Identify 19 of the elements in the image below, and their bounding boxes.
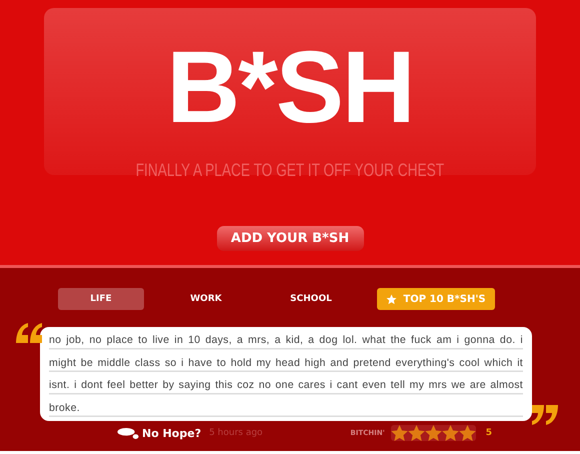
quote-icon <box>14 321 44 345</box>
speech-bubble-icon <box>116 428 140 438</box>
star-rating[interactable] <box>390 425 476 441</box>
tagline: FINALLY A PLACE TO GET IT OFF YOUR CHEST <box>136 160 444 181</box>
star-icon <box>386 294 398 304</box>
quote-icon <box>530 403 560 427</box>
add-button[interactable]: ADD YOUR B*SH <box>216 226 364 251</box>
star-icon[interactable] <box>408 425 425 441</box>
nav-tab[interactable]: WORK <box>163 288 249 310</box>
star-icon[interactable] <box>458 425 476 441</box>
star-icon[interactable] <box>390 425 408 441</box>
nav-tab[interactable]: LIFE <box>58 288 144 310</box>
nav-tab[interactable]: SCHOOL <box>268 288 354 310</box>
author-name[interactable]: No Hope? <box>142 426 202 440</box>
star-icon[interactable] <box>442 425 459 441</box>
star-icon[interactable] <box>424 425 442 441</box>
rating-score: 5 <box>486 428 492 438</box>
logo: B*SH <box>166 36 414 138</box>
post-time: 5 hours ago <box>209 428 263 438</box>
